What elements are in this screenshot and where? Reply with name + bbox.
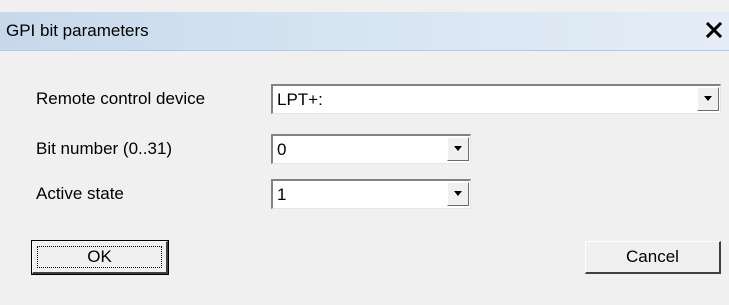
chevron-down-icon — [454, 146, 462, 151]
chevron-down-icon — [454, 191, 462, 196]
cancel-button[interactable]: Cancel — [585, 241, 721, 274]
close-button[interactable] — [703, 19, 725, 41]
active-state-select[interactable]: 1 — [271, 179, 471, 209]
chevron-down-icon — [704, 96, 712, 101]
remote-device-dropdown-button[interactable] — [697, 87, 719, 111]
cancel-button-label: Cancel — [626, 247, 679, 266]
ok-button-label: OK — [87, 247, 112, 266]
gpi-bit-parameters-dialog: GPI bit parameters Remote control device… — [0, 0, 729, 305]
bit-number-dropdown-button[interactable] — [447, 137, 469, 161]
remote-device-label: Remote control device — [36, 89, 206, 108]
bit-number-value: 0 — [277, 140, 287, 159]
remote-device-select[interactable]: LPT+: — [271, 84, 721, 114]
close-icon — [706, 22, 722, 38]
title-bar: GPI bit parameters — [0, 12, 729, 51]
window-title: GPI bit parameters — [6, 21, 149, 40]
remote-device-value: LPT+: — [277, 90, 323, 109]
active-state-label: Active state — [36, 184, 124, 203]
bit-number-select[interactable]: 0 — [271, 134, 471, 164]
ok-button[interactable]: OK — [31, 240, 169, 275]
active-state-dropdown-button[interactable] — [447, 182, 469, 206]
active-state-value: 1 — [277, 185, 287, 204]
bit-number-label: Bit number (0..31) — [36, 139, 173, 158]
